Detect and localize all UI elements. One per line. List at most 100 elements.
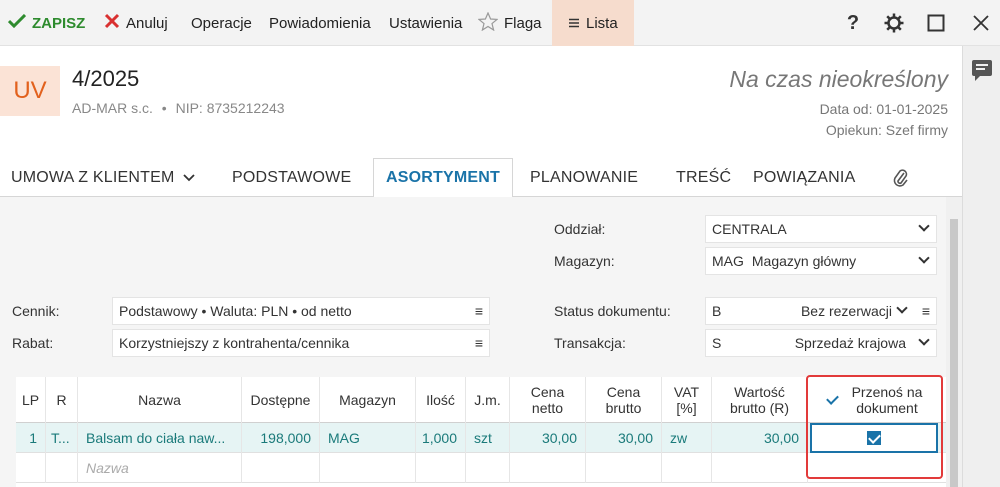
col-r[interactable]: R [46,377,78,423]
tab-contract-label: UMOWA Z KLIENTEM [11,168,175,186]
flag-button[interactable]: Flaga [477,0,542,46]
cell-qty-empty [416,453,466,483]
menu-icon[interactable]: ≡ [475,335,483,351]
new-row-name-input[interactable]: Nazwa [78,453,242,483]
tab-basic[interactable]: PODSTAWOWE [232,158,351,197]
cell-available-empty [242,453,320,483]
chevron-down-icon [918,334,930,346]
col-unit[interactable]: J.m. [466,377,510,423]
maximize-icon[interactable] [921,0,951,46]
discount-label: Rabat: [12,335,54,351]
scrollbar-thumb[interactable] [950,219,958,487]
close-window-icon[interactable] [966,0,996,46]
col-gross-price-line2: brutto [605,400,642,416]
contractor-name: AD-MAR s.c. [72,100,153,116]
paperclip-icon[interactable] [893,158,909,197]
cell-vat[interactable]: zw [662,423,712,453]
col-gross-price[interactable]: Cena brutto [586,377,662,423]
col-warehouse[interactable]: Magazyn [320,377,416,423]
status-select[interactable]: B Bez rezerwacji ≡ [705,297,937,325]
status-value: Bez rezerwacji [800,303,892,319]
cell-r[interactable]: T... [46,423,78,453]
chevron-down-icon [918,220,930,232]
col-net-price-line2: netto [531,400,564,416]
vertical-scrollbar[interactable] [946,197,962,487]
date-from: Data od: 01-01-2025 [819,101,948,117]
cell-lp-empty [16,453,46,483]
list-button[interactable]: Lista [552,0,634,46]
col-net-price-line1: Cena [530,384,565,400]
chevron-down-icon [896,302,908,314]
tab-assortment[interactable]: ASORTYMENT [373,158,513,198]
tab-content-label: TREŚĆ [676,168,732,186]
transaction-code: S [712,335,722,351]
operations-label: Operacje [191,14,252,32]
cell-lp[interactable]: 1 [16,423,46,453]
highlight-frame [806,375,943,479]
help-icon: ? [846,11,860,34]
cell-available[interactable]: 198,000 [242,423,320,453]
discount-value: Korzystniejszy z kontrahenta/cennika [119,335,350,351]
tab-content[interactable]: TREŚĆ [676,158,731,197]
col-vat[interactable]: VAT [%] [662,377,712,423]
tab-assortment-label: ASORTYMENT [386,169,500,186]
col-gross-value[interactable]: Wartość brutto (R) [712,377,808,423]
col-available[interactable]: Dostępne [242,377,320,423]
operations-menu[interactable]: Operacje [191,0,252,46]
col-lp[interactable]: LP [16,377,46,423]
cell-warehouse[interactable]: MAG [320,423,416,453]
document-number: 4/2025 [72,66,140,91]
gear-icon[interactable] [879,0,909,46]
tab-planning-label: PLANOWANIE [530,168,639,186]
help-button[interactable]: ? [838,0,868,46]
tab-planning[interactable]: PLANOWANIE [530,158,638,197]
branch-label: Oddział: [554,221,606,237]
contractor-info: AD-MAR s.c. • NIP: 8735212243 [72,100,285,116]
cell-unit[interactable]: szt [466,423,510,453]
notifications-label: Powiadomienia [269,14,371,32]
transaction-select[interactable]: S Sprzedaż krajowa [705,329,937,357]
cell-r-empty [46,453,78,483]
chat-icon[interactable] [972,60,992,81]
pricelist-field[interactable]: Podstawowy • Waluta: PLN • od netto ≡ [112,297,490,325]
status-code: B [712,303,722,319]
toolbar: ZAPISZ Anuluj Operacje Powiadomienia Ust… [0,0,1000,46]
menu-icon[interactable]: ≡ [922,303,930,319]
cell-gross-empty [586,453,662,483]
col-gross-price-line1: Cena [606,384,641,400]
list-label: Lista [586,14,618,32]
tab-bar: UMOWA Z KLIENTEM PODSTAWOWE ASORTYMENT P… [0,158,962,198]
warehouse-select[interactable]: MAG Magazyn główny [705,247,937,275]
status-label: Status dokumentu: [554,303,671,319]
cell-net-empty [510,453,586,483]
save-button[interactable]: ZAPISZ [7,0,85,46]
transaction-value: Sprzedaż krajowa [794,335,906,351]
cell-gross-value[interactable]: 30,00 [712,423,808,453]
warehouse-code: MAG [712,253,744,269]
cell-net-price[interactable]: 30,00 [510,423,586,453]
star-icon [477,10,499,35]
branch-select[interactable]: CENTRALA [705,215,937,243]
cell-warehouse-empty [320,453,416,483]
col-name[interactable]: Nazwa [78,377,242,423]
pricelist-value: Podstawowy • Waluta: PLN • od netto [119,303,352,319]
warehouse-name: Magazyn główny [751,253,857,269]
cell-qty[interactable]: 1,000 [416,423,466,453]
tab-relations-label: POWIĄZANIA [753,168,856,186]
chevron-down-icon [918,252,930,264]
discount-field[interactable]: Korzystniejszy z kontrahenta/cennika ≡ [112,329,490,357]
cell-gross-price[interactable]: 30,00 [586,423,662,453]
tab-contract-menu[interactable]: UMOWA Z KLIENTEM [11,158,195,197]
col-net-price[interactable]: Cena netto [510,377,586,423]
tab-relations[interactable]: POWIĄZANIA [753,158,855,197]
col-qty[interactable]: Ilość [416,377,466,423]
cancel-button[interactable]: Anuluj [104,0,168,46]
cell-name[interactable]: Balsam do ciała naw... [78,423,242,453]
document-type-badge: UV [0,66,60,116]
menu-icon [568,15,580,32]
col-gross-value-line2: brutto (R) [729,400,790,416]
notifications-menu[interactable]: Powiadomienia [269,0,371,46]
cell-unit-empty [466,453,510,483]
settings-menu[interactable]: Ustawienia [389,0,462,46]
menu-icon[interactable]: ≡ [475,303,483,319]
